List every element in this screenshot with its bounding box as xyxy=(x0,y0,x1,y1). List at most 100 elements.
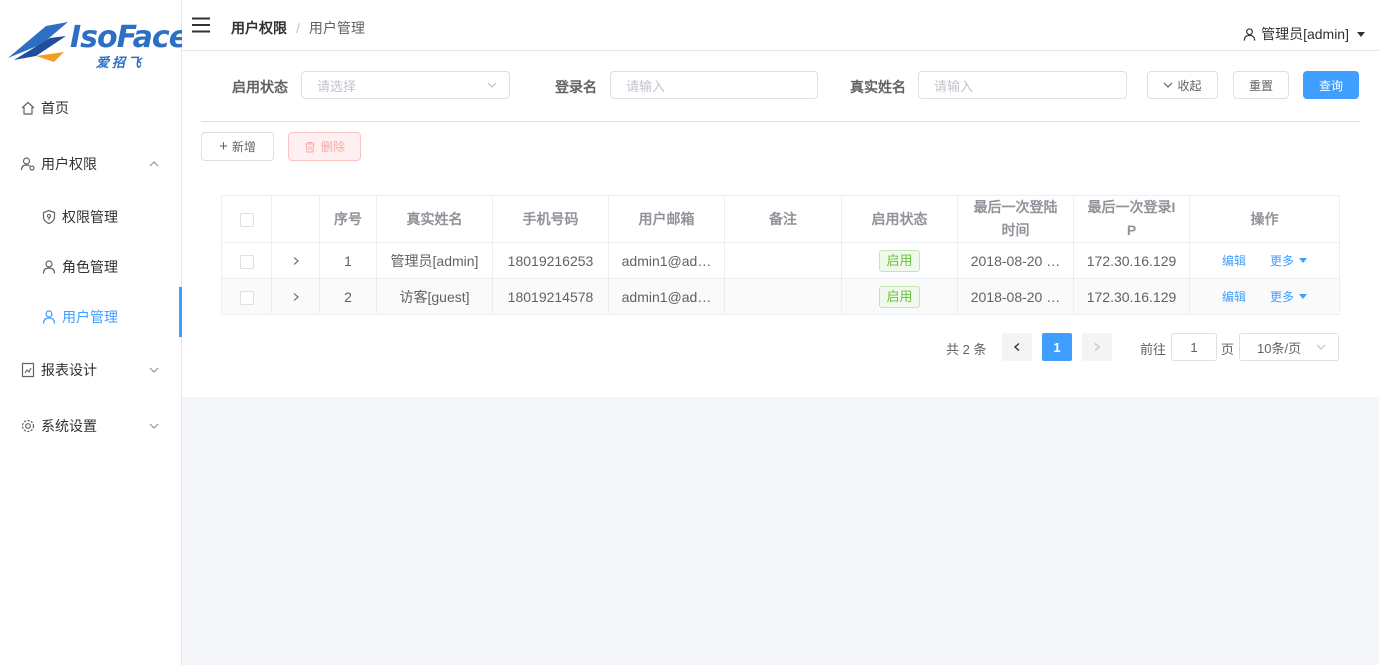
cell-last-login: 2018-08-20 … xyxy=(957,278,1074,315)
select-all-checkbox[interactable] xyxy=(239,212,254,227)
column-header: 序号 xyxy=(319,195,377,243)
column-header: 手机号码 xyxy=(492,195,609,243)
column-header: 启用状态 xyxy=(841,195,958,243)
more-dropdown[interactable]: 更多 xyxy=(1270,288,1307,305)
sidebar-item-label: 报表设计 xyxy=(41,362,97,378)
cell-phone: 18019216253 xyxy=(492,242,609,279)
cell-status: 启用 xyxy=(841,242,958,279)
column-header: 真实姓名 xyxy=(376,195,493,243)
breadcrumb: 用户权限 / 用户管理 xyxy=(231,18,365,38)
status-select[interactable]: 请选择 xyxy=(301,71,510,99)
select-all-cell xyxy=(221,195,272,243)
chevron-left-icon xyxy=(1013,342,1020,352)
real-name-placeholder: 请输入 xyxy=(934,78,974,94)
page-number-current[interactable]: 1 xyxy=(1042,333,1072,361)
row-checkbox[interactable] xyxy=(239,290,254,305)
chevron-down-icon xyxy=(487,82,497,88)
sidebar-item-home[interactable]: 首页 xyxy=(0,88,181,128)
column-header: 操作 xyxy=(1189,195,1340,243)
add-label: 新增 xyxy=(231,140,256,154)
sidebar-item-label: 用户管理 xyxy=(62,309,118,325)
cell-status: 启用 xyxy=(841,278,958,315)
chevron-right-icon[interactable] xyxy=(291,292,301,302)
caret-down-icon xyxy=(1298,258,1307,263)
shield-icon xyxy=(41,209,57,225)
login-name-input[interactable]: 请输入 xyxy=(610,71,818,99)
delete-button[interactable]: 删除 xyxy=(288,132,361,161)
prev-page-button[interactable] xyxy=(1002,333,1032,361)
breadcrumb-item[interactable]: 用户权限 xyxy=(231,18,287,38)
cell-phone: 18019214578 xyxy=(492,278,609,315)
page-size-value: 10条/页 xyxy=(1257,340,1302,356)
sidebar-item-permission-management[interactable]: 权限管理 xyxy=(0,197,181,237)
more-dropdown[interactable]: 更多 xyxy=(1270,252,1307,269)
more-label: 更多 xyxy=(1269,290,1294,304)
home-icon xyxy=(20,100,36,116)
cell-index: 1 xyxy=(319,242,377,279)
sidebar-item-role-management[interactable]: 角色管理 xyxy=(0,247,181,287)
user-icon xyxy=(41,259,57,275)
user-icon xyxy=(1243,27,1256,41)
sidebar-item-label: 首页 xyxy=(41,100,69,116)
sidebar-item-system-settings[interactable]: 系统设置 xyxy=(0,406,181,446)
collapse-label: 收起 xyxy=(1177,78,1202,93)
chevron-up-icon xyxy=(149,161,159,167)
chevron-right-icon[interactable] xyxy=(291,256,301,266)
user-key-icon xyxy=(20,156,36,172)
header: 用户权限 / 用户管理 管理员[admin] xyxy=(182,0,1379,51)
edit-link[interactable]: 编辑 xyxy=(1222,254,1246,268)
edit-link[interactable]: 编辑 xyxy=(1222,290,1246,304)
logo: IsoFace 爱招飞 xyxy=(6,12,189,74)
page-size-select[interactable]: 10条/页 xyxy=(1239,333,1339,361)
trash-icon xyxy=(305,141,315,152)
sidebar-item-label: 权限管理 xyxy=(62,209,118,225)
row-checkbox[interactable] xyxy=(239,254,254,269)
column-header: 备注 xyxy=(724,195,842,243)
next-page-button[interactable] xyxy=(1082,333,1112,361)
user-table: 序号 真实姓名 手机号码 用户邮箱 备注 启用状态 最后一次登陆时间 最后一次登… xyxy=(221,195,1340,315)
login-name-placeholder: 请输入 xyxy=(626,78,666,94)
status-badge: 启用 xyxy=(879,285,920,308)
goto-page-input[interactable]: 1 xyxy=(1171,333,1217,361)
collapse-button[interactable]: 收起 xyxy=(1147,71,1218,99)
row-select-cell xyxy=(221,278,272,315)
reset-label: 重置 xyxy=(1248,78,1273,93)
cell-remark xyxy=(724,278,842,315)
login-filter-label: 登录名 xyxy=(555,79,597,95)
reset-button[interactable]: 重置 xyxy=(1233,71,1289,99)
cell-index: 2 xyxy=(319,278,377,315)
filter-divider xyxy=(201,121,1360,122)
hamburger-icon[interactable] xyxy=(192,16,210,34)
cell-ip: 172.30.16.129 xyxy=(1073,278,1190,315)
table-row: 2 访客[guest] 18019214578 admin1@ad… 启用 20… xyxy=(221,278,1340,315)
query-label: 查询 xyxy=(1318,78,1343,93)
chevron-right-icon xyxy=(1094,342,1101,352)
pagination-total: 共 2 条 xyxy=(946,342,987,357)
add-button[interactable]: + 新增 xyxy=(201,132,274,161)
logo-wing-icon xyxy=(8,22,68,62)
gear-icon xyxy=(20,418,36,434)
sidebar-item-report-design[interactable]: 报表设计 xyxy=(0,350,181,390)
cell-email: admin1@ad… xyxy=(608,278,725,315)
sidebar-item-user-permission[interactable]: 用户权限 xyxy=(0,144,181,184)
cell-email: admin1@ad… xyxy=(608,242,725,279)
realname-filter-label: 真实姓名 xyxy=(850,79,906,95)
sidebar-item-label: 用户权限 xyxy=(41,156,97,172)
status-select-placeholder: 请选择 xyxy=(317,78,357,94)
user-icon xyxy=(41,309,57,325)
cell-ip: 172.30.16.129 xyxy=(1073,242,1190,279)
real-name-input[interactable]: 请输入 xyxy=(918,71,1127,99)
logo-sub: 爱招飞 xyxy=(96,56,145,71)
row-expand-cell xyxy=(271,242,320,279)
user-menu[interactable]: 管理员[admin] xyxy=(1242,24,1365,44)
query-button[interactable]: 查询 xyxy=(1303,71,1359,99)
user-name: 管理员[admin] xyxy=(1261,26,1349,42)
cell-last-login: 2018-08-20 … xyxy=(957,242,1074,279)
row-select-cell xyxy=(221,242,272,279)
sidebar-item-user-management[interactable]: 用户管理 xyxy=(0,287,182,337)
plus-icon: + xyxy=(219,138,228,155)
chevron-down-icon xyxy=(1316,344,1326,350)
sidebar-item-label: 系统设置 xyxy=(41,418,97,434)
page-unit-label: 页 xyxy=(1221,342,1235,357)
more-label: 更多 xyxy=(1269,254,1294,268)
